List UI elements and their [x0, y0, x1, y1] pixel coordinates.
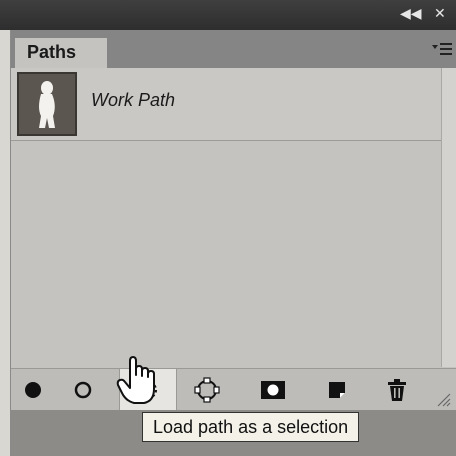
fill-path-button[interactable] — [13, 369, 53, 411]
tooltip: Load path as a selection — [142, 412, 360, 442]
panel-menu-icon[interactable] — [431, 40, 453, 58]
delete-path-icon — [388, 379, 406, 401]
path-name-label: Work Path — [91, 90, 176, 110]
hand-pointer-cursor-icon — [114, 355, 158, 407]
fill-path-icon — [25, 382, 41, 398]
resize-grip-icon[interactable] — [435, 391, 451, 407]
make-work-path-button[interactable] — [187, 369, 227, 411]
delete-path-button[interactable] — [377, 369, 417, 411]
stroke-path-icon — [74, 381, 92, 399]
paths-toolbar — [11, 368, 456, 411]
path-row-work-path[interactable]: Work Path — [11, 68, 441, 141]
add-mask-button[interactable] — [253, 369, 293, 411]
add-mask-icon — [261, 381, 285, 399]
paths-scrollbar[interactable] — [441, 68, 456, 367]
create-new-path-icon — [329, 382, 345, 398]
stroke-path-button[interactable] — [63, 369, 103, 411]
make-work-path-icon — [194, 377, 220, 403]
paths-list-empty-area — [11, 141, 441, 367]
create-new-path-button[interactable] — [317, 369, 357, 411]
silhouette-figure-icon — [39, 81, 55, 128]
close-panel-button[interactable]: ✕ — [434, 6, 446, 22]
tab-paths[interactable]: Paths — [15, 38, 107, 68]
panel-tabbar: Paths — [11, 30, 456, 68]
panel-titlebar: ◀◀ ✕ — [0, 0, 456, 30]
paths-panel: Paths Work Path — [10, 30, 456, 456]
collapse-panel-button[interactable]: ◀◀ — [400, 6, 422, 22]
path-thumbnail — [17, 72, 77, 136]
